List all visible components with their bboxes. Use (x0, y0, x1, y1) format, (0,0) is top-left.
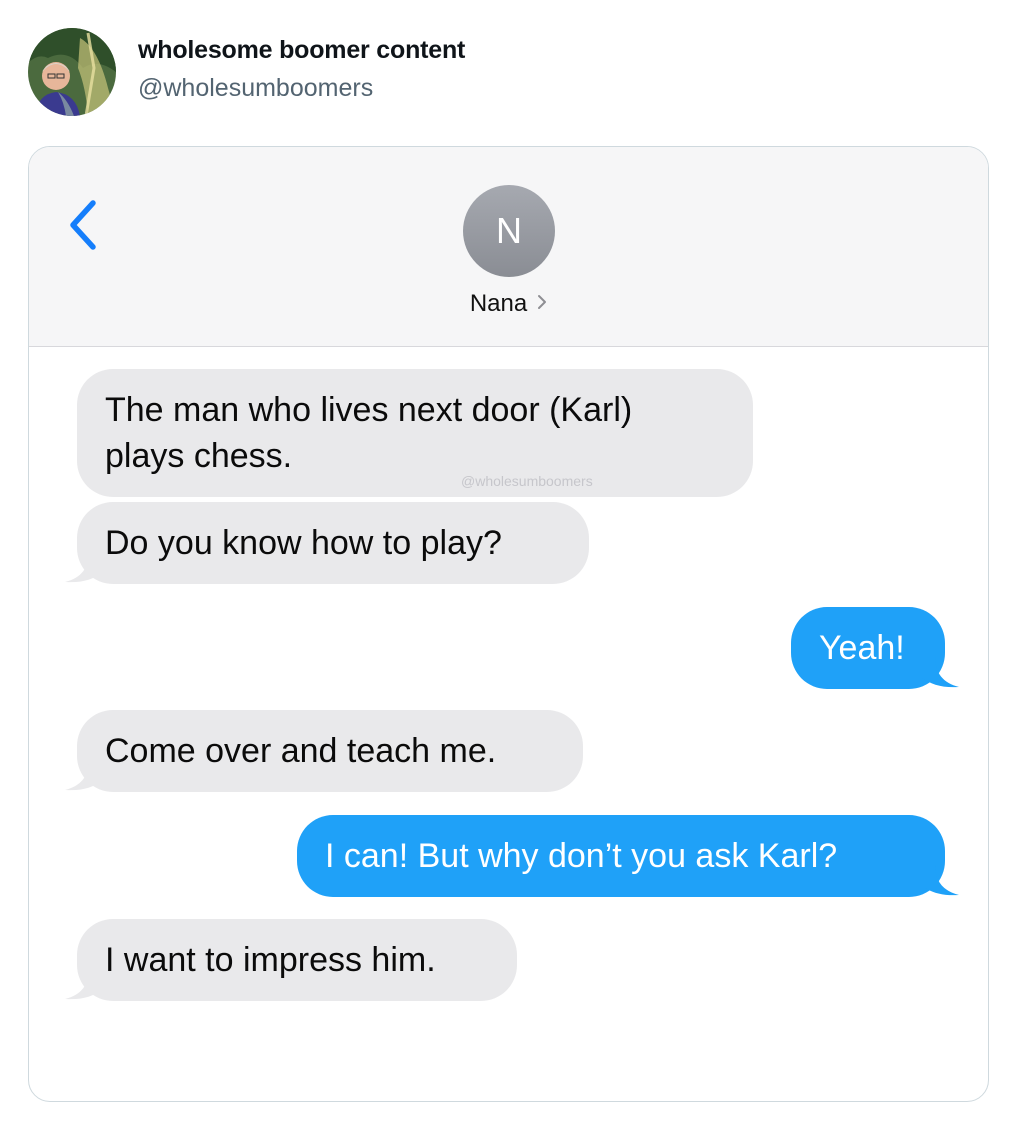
received-message-bubble: Do you know how to play? (77, 502, 589, 584)
author-name[interactable]: wholesome boomer content (138, 36, 465, 65)
conversation-header: N Nana (29, 147, 988, 347)
bubble-tail (921, 657, 959, 688)
contact-name: Nana (469, 290, 528, 317)
message-text-line: The man who lives next door (Karl) (105, 391, 633, 429)
sent-message-bubble: I can! But why don’t you ask Karl? (297, 815, 945, 897)
bubble-tail (921, 865, 959, 896)
bubble-tail (65, 552, 103, 583)
chevron-left-icon (70, 200, 96, 250)
back-button[interactable] (63, 197, 103, 253)
message-text: I want to impress him. (105, 941, 436, 979)
received-message-bubble: Come over and teach me. (77, 710, 583, 792)
message-text-line: plays chess. (105, 437, 293, 475)
author-handle[interactable]: @wholesumboomers (138, 74, 373, 103)
received-message-bubble: The man who lives next door (Karl) plays… (77, 369, 753, 497)
watermark: @wholesumboomers (461, 473, 593, 489)
chevron-right-icon (537, 289, 547, 317)
message-text: Come over and teach me. (105, 732, 497, 770)
message-text: Do you know how to play? (105, 524, 502, 562)
bubble-tail (65, 760, 103, 791)
received-message-bubble: I want to impress him. (77, 919, 517, 1001)
messages-screenshot: N Nana The man who lives next door (Karl… (28, 146, 989, 1102)
contact-name-button[interactable]: Nana (29, 289, 988, 318)
message-text: I can! But why don’t you ask Karl? (325, 837, 838, 875)
bubble-tail (65, 969, 103, 1000)
profile-avatar[interactable] (28, 28, 116, 116)
message-text: Yeah! (819, 629, 905, 667)
contact-avatar[interactable]: N (463, 185, 555, 277)
